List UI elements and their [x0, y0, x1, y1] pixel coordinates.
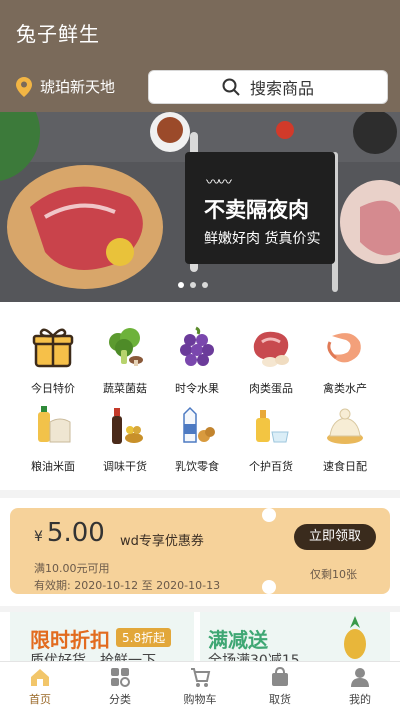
full-reduction-title: 满减送	[208, 628, 268, 652]
nav-label: 分类	[109, 693, 131, 706]
bottom-nav: 首页 分类 购物车 取货 我的	[0, 661, 400, 711]
nav-cart[interactable]: 购物车	[160, 662, 240, 711]
discount-badge: 5.8折起	[116, 628, 172, 647]
cart-icon	[191, 668, 211, 687]
app-title: 兔子鲜生	[16, 22, 100, 46]
category-meat-eggs[interactable]: 肉类蛋品	[236, 324, 306, 396]
category-label: 今日特价	[31, 382, 75, 395]
nav-pickup[interactable]: 取货	[240, 662, 320, 711]
coupon-notch-bottom	[262, 580, 276, 594]
nav-label: 我的	[349, 693, 371, 706]
category-label: 时令水果	[175, 382, 219, 395]
category-label: 乳饮零食	[175, 460, 219, 473]
nav-home[interactable]: 首页	[0, 662, 80, 711]
grapes-icon	[180, 326, 214, 366]
search-placeholder: 搜索商品	[249, 79, 314, 98]
meat-icon	[253, 331, 289, 367]
search-input[interactable]: 搜索商品	[148, 70, 388, 104]
bag-icon	[272, 666, 288, 686]
location-pin-icon	[16, 76, 32, 97]
flash-discount-title: 限时折扣	[30, 628, 110, 652]
nav-label: 购物车	[183, 693, 217, 706]
category-dairy-snacks[interactable]: 乳饮零食	[162, 402, 232, 474]
oil-rice-icon	[38, 406, 71, 443]
banner-dot[interactable]	[178, 282, 184, 288]
nav-label: 取货	[269, 693, 291, 706]
promo-banner[interactable]: 〰〰 不卖隔夜肉 鲜嫩好肉 货真价实	[0, 112, 400, 302]
validity-range: 2020-10-12 至 2020-10-13	[74, 579, 221, 592]
category-label: 速食日配	[323, 460, 367, 473]
coupon-notch-top	[262, 508, 276, 522]
coupon-name: wd专享优惠券	[120, 534, 204, 549]
gift-icon	[32, 328, 74, 368]
banner-headline: 不卖隔夜肉	[204, 198, 309, 222]
category-label: 禽类水产	[323, 382, 367, 395]
coupon-remaining: 仅剩10张	[310, 568, 357, 581]
milk-icon	[183, 406, 215, 443]
banner-dot[interactable]	[202, 282, 208, 288]
broccoli-icon	[109, 328, 143, 366]
category-label: 调味干货	[103, 460, 147, 473]
coupon-amount: ¥5.00	[34, 518, 105, 548]
coupon-section: ¥5.00 wd专享优惠券 满10.00元可用 有效期: 2020-10-12 …	[0, 498, 400, 606]
coupon-currency: ¥	[34, 529, 43, 545]
category-poultry-seafood[interactable]: 禽类水产	[310, 324, 380, 396]
validity-label: 有效期:	[34, 579, 71, 592]
sauce-icon	[112, 408, 143, 444]
category-label: 个护百货	[249, 460, 293, 473]
category-grid: 今日特价 蔬菜菌菇 时令水果 肉类蛋品 禽类水产 粮油米面 调味干货 乳饮零食 …	[0, 302, 400, 490]
location-label: 琥珀新天地	[40, 78, 116, 96]
banner-pagination	[178, 282, 208, 288]
dumpling-icon	[327, 408, 363, 444]
coupon-value: 5.00	[46, 518, 105, 548]
category-personal-care[interactable]: 个护百货	[236, 402, 306, 474]
location-selector[interactable]: 琥珀新天地	[16, 76, 115, 97]
category-label: 粮油米面	[31, 460, 75, 473]
pineapple-icon	[344, 616, 366, 659]
nav-profile[interactable]: 我的	[320, 662, 400, 711]
coupon-card: ¥5.00 wd专享优惠券 满10.00元可用 有效期: 2020-10-12 …	[10, 508, 390, 594]
category-today-deal[interactable]: 今日特价	[18, 324, 88, 396]
coupon-condition: 满10.00元可用	[34, 562, 110, 575]
category-vegetables[interactable]: 蔬菜菌菇	[90, 324, 160, 396]
nav-category[interactable]: 分类	[80, 662, 160, 711]
category-icon	[111, 668, 130, 687]
profile-icon	[351, 668, 369, 687]
category-instant-food[interactable]: 速食日配	[310, 402, 380, 474]
top-header: 兔子鲜生 琥珀新天地 搜索商品	[0, 0, 400, 112]
category-fruits[interactable]: 时令水果	[162, 324, 232, 396]
home-icon	[31, 669, 49, 686]
category-seasoning[interactable]: 调味干货	[90, 402, 160, 474]
wave-icon: 〰〰	[206, 175, 232, 191]
search-icon	[222, 78, 240, 96]
personal-care-icon	[256, 410, 289, 443]
shrimp-icon	[327, 333, 361, 363]
nav-label: 首页	[29, 693, 51, 706]
banner-dot[interactable]	[190, 282, 196, 288]
coupon-validity: 有效期: 2020-10-12 至 2020-10-13	[34, 577, 220, 593]
category-label: 蔬菜菌菇	[103, 382, 147, 395]
banner-tagline: 鲜嫩好肉 货真价实	[204, 231, 321, 247]
claim-coupon-button[interactable]: 立即领取	[294, 524, 376, 550]
category-grain-oil[interactable]: 粮油米面	[18, 402, 88, 474]
category-label: 肉类蛋品	[249, 382, 293, 395]
